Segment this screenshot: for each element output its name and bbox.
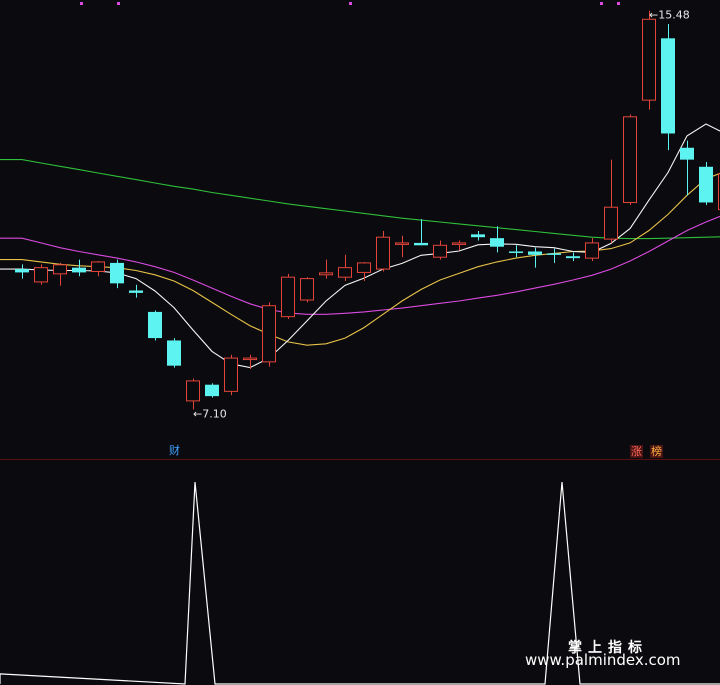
candle	[642, 10, 656, 110]
candle-body	[699, 166, 713, 203]
candle-body	[357, 262, 371, 273]
candle-body	[186, 380, 200, 402]
candle-body	[642, 18, 656, 101]
candle-body	[148, 311, 162, 339]
candle-body	[471, 234, 485, 238]
candle	[433, 240, 447, 260]
top-marker	[600, 2, 603, 5]
candle-body	[566, 256, 580, 259]
candle	[319, 259, 333, 279]
candle-body	[490, 238, 504, 247]
candle	[15, 264, 29, 279]
candle-body	[72, 267, 86, 273]
candle	[186, 378, 200, 410]
candle	[585, 238, 599, 261]
candle-body	[547, 253, 561, 255]
candle	[604, 159, 618, 243]
candle	[300, 277, 314, 303]
candle-body	[661, 38, 675, 134]
limit-up-badge[interactable]: 涨	[630, 445, 643, 458]
candle-body	[433, 244, 447, 258]
candle-body	[604, 206, 618, 240]
candle	[34, 264, 48, 285]
candle-body	[623, 116, 637, 203]
candle-body	[509, 251, 523, 253]
candle	[452, 240, 466, 251]
candle	[72, 259, 86, 277]
candle	[167, 338, 181, 368]
top-marker	[80, 2, 83, 5]
top-marker	[349, 2, 352, 5]
candle	[528, 247, 542, 268]
candle-body	[15, 269, 29, 273]
candle-body	[129, 290, 143, 293]
candle-body	[91, 261, 105, 272]
candle-body	[224, 357, 238, 392]
candle-body	[300, 278, 314, 301]
candle	[110, 259, 124, 289]
candle	[129, 284, 143, 298]
candle	[661, 24, 675, 151]
candle	[224, 354, 238, 396]
candle-body	[376, 236, 390, 270]
candle-body	[338, 267, 352, 278]
candle-body	[243, 357, 257, 361]
candle-body	[414, 242, 428, 246]
candle-body	[34, 267, 48, 283]
candle	[376, 231, 390, 272]
candle	[281, 273, 295, 320]
candle	[91, 260, 105, 277]
price-annotation: ←7.10	[193, 407, 227, 420]
price-annotation: ←15.48	[649, 9, 690, 22]
candle-body	[319, 272, 333, 276]
candle	[566, 252, 580, 261]
candle-body	[395, 242, 409, 245]
candlestick-chart: ←7.10 ←15.48	[0, 2, 720, 460]
candle-body	[585, 242, 599, 259]
candle	[623, 114, 637, 205]
finance-badge[interactable]: 财	[168, 444, 181, 457]
chart-stage: ←7.10 ←15.48 财 涨 榜 掌上指标 www.palmindex.com	[0, 0, 720, 685]
candle	[262, 302, 276, 367]
candle	[471, 231, 485, 241]
top-marker	[117, 2, 120, 5]
candle-body	[262, 305, 276, 363]
ranking-badge[interactable]: 榜	[650, 445, 663, 458]
candle-body	[205, 384, 219, 397]
candle-body	[452, 242, 466, 245]
candle	[490, 226, 504, 253]
candle-body	[528, 251, 542, 255]
candle	[547, 248, 561, 263]
candle-body	[167, 340, 181, 366]
candle	[357, 261, 371, 281]
candle-body	[680, 147, 694, 160]
candle	[53, 262, 67, 286]
candle	[395, 235, 409, 258]
top-marker	[617, 2, 620, 5]
candle	[509, 245, 523, 258]
candle	[148, 310, 162, 341]
candle	[205, 383, 219, 398]
candle	[699, 162, 713, 205]
candle	[680, 140, 694, 196]
candle-body	[53, 264, 67, 275]
candle	[338, 254, 352, 281]
candle	[414, 219, 428, 246]
candle-body	[281, 276, 295, 318]
watermark-url: www.palmindex.com	[525, 651, 681, 669]
candle-body	[110, 262, 124, 284]
